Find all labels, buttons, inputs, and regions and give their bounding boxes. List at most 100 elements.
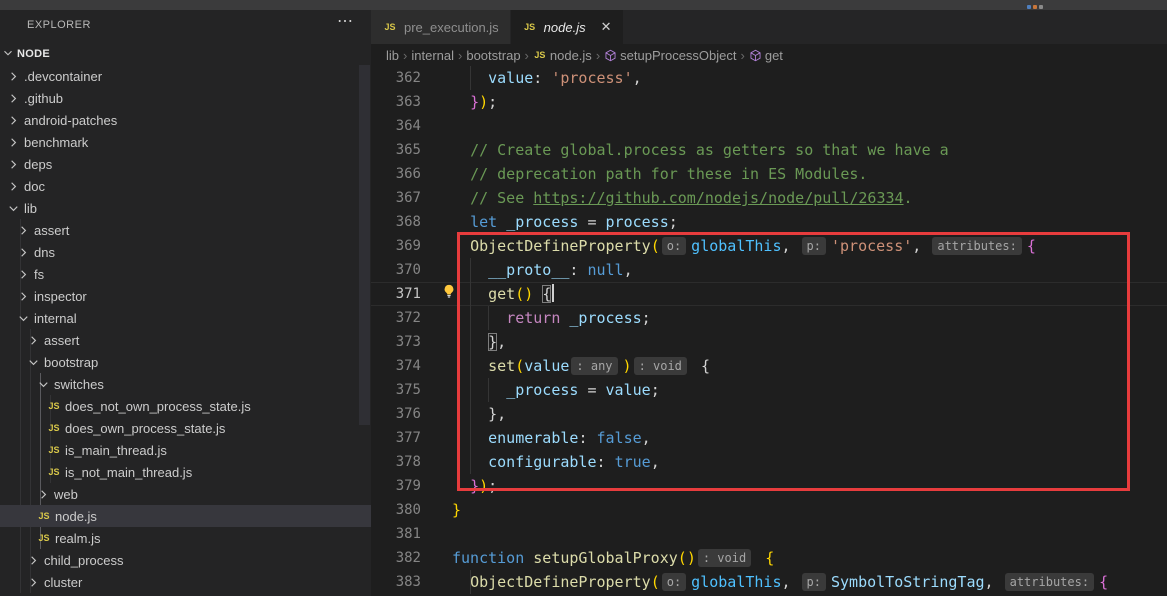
code-line-375[interactable]: 375 _process = value;	[371, 378, 1167, 402]
code-line-368[interactable]: 368 let _process = process;	[371, 210, 1167, 234]
tree-item-switches[interactable]: switches	[0, 373, 371, 395]
indent-guide	[470, 66, 471, 90]
breadcrumb-label: bootstrap	[466, 48, 520, 63]
tree-item-bootstrap[interactable]: bootstrap	[0, 351, 371, 373]
line-number[interactable]: 370	[371, 258, 421, 282]
line-number[interactable]: 362	[371, 66, 421, 90]
breadcrumb-item-lib[interactable]: lib	[386, 48, 399, 63]
code-line-367[interactable]: 367 // See https://github.com/nodejs/nod…	[371, 186, 1167, 210]
tree-item-lib[interactable]: lib	[0, 197, 371, 219]
titlebar-fragment	[1033, 5, 1037, 9]
editor-group: JSpre_execution.jsJSnode.js✕ lib›interna…	[371, 10, 1167, 596]
code-line-376[interactable]: 376 },	[371, 402, 1167, 426]
code-line-379[interactable]: 379 });	[371, 474, 1167, 498]
code-line-365[interactable]: 365 // Create global.process as getters …	[371, 138, 1167, 162]
code-line-374[interactable]: 374 set(value: any): void {	[371, 354, 1167, 378]
code-token: }	[488, 405, 497, 423]
tree-item-doc[interactable]: doc	[0, 175, 371, 197]
code-token: set	[488, 357, 515, 375]
code-line-370[interactable]: 370 __proto__: null,	[371, 258, 1167, 282]
code-line-369[interactable]: 369 ObjectDefineProperty(o:globalThis, p…	[371, 234, 1167, 258]
tree-item-does_not_own_process_state.js[interactable]: JSdoes_not_own_process_state.js	[0, 395, 371, 417]
line-number[interactable]: 366	[371, 162, 421, 186]
code-token: .	[904, 189, 913, 207]
breadcrumb-item-internal[interactable]: internal	[411, 48, 454, 63]
code-line-364[interactable]: 364	[371, 114, 1167, 138]
line-number[interactable]: 374	[371, 354, 421, 378]
code-line-382[interactable]: 382function setupGlobalProxy(): void {	[371, 546, 1167, 570]
code-line-363[interactable]: 363 });	[371, 90, 1167, 114]
tree-item-inspector[interactable]: inspector	[0, 285, 371, 307]
line-number[interactable]: 378	[371, 450, 421, 474]
line-number[interactable]: 377	[371, 426, 421, 450]
line-number[interactable]: 379	[371, 474, 421, 498]
tree-item-deps[interactable]: deps	[0, 153, 371, 175]
code-line-362[interactable]: 362 value: 'process',	[371, 66, 1167, 90]
explorer-section-node[interactable]: NODE	[0, 43, 371, 65]
line-number[interactable]: 380	[371, 498, 421, 522]
indent-guide	[470, 426, 471, 450]
tree-item-assert[interactable]: assert	[0, 219, 371, 241]
line-number[interactable]: 363	[371, 90, 421, 114]
line-number[interactable]: 365	[371, 138, 421, 162]
sidebar-scrollbar[interactable]	[359, 65, 370, 425]
code-line-377[interactable]: 377 enumerable: false,	[371, 426, 1167, 450]
code-line-383[interactable]: 383 ObjectDefineProperty(o:globalThis, p…	[371, 570, 1167, 594]
line-number[interactable]: 369	[371, 234, 421, 258]
close-icon[interactable]: ✕	[601, 19, 612, 35]
more-actions-icon[interactable]: ⋯	[337, 14, 353, 30]
line-number[interactable]: 375	[371, 378, 421, 402]
tab-pre_execution.js[interactable]: JSpre_execution.js	[371, 10, 510, 44]
explorer-title: EXPLORER	[27, 19, 91, 31]
line-number[interactable]: 376	[371, 402, 421, 426]
code-token: }	[488, 333, 497, 351]
line-number[interactable]: 371	[371, 282, 421, 306]
tree-item-web[interactable]: web	[0, 483, 371, 505]
tree-item-label: android-patches	[24, 113, 117, 128]
code-editor[interactable]: 362 value: 'process',363 });364365 // Cr…	[371, 66, 1167, 596]
code-line-372[interactable]: 372 return _process;	[371, 306, 1167, 330]
tree-item-is_main_thread.js[interactable]: JSis_main_thread.js	[0, 439, 371, 461]
code-token	[452, 189, 470, 207]
tree-item-realm.js[interactable]: JSrealm.js	[0, 527, 371, 549]
tree-item-assert[interactable]: assert	[0, 329, 371, 351]
code-line-371[interactable]: 371 get() {	[371, 282, 1167, 306]
tree-item-does_own_process_state.js[interactable]: JSdoes_own_process_state.js	[0, 417, 371, 439]
tree-item-fs[interactable]: fs	[0, 263, 371, 285]
tree-item-internal[interactable]: internal	[0, 307, 371, 329]
line-number[interactable]: 383	[371, 570, 421, 594]
tab-node.js[interactable]: JSnode.js✕	[511, 10, 623, 44]
breadcrumb-item-get[interactable]: get	[749, 48, 783, 63]
lightbulb-icon[interactable]	[442, 284, 456, 302]
tree-item-.github[interactable]: .github	[0, 87, 371, 109]
code-token: ;	[488, 477, 497, 495]
breadcrumb-item-node.js[interactable]: JSnode.js	[533, 48, 592, 63]
code-line-366[interactable]: 366 // deprecation path for these in ES …	[371, 162, 1167, 186]
code-line-373[interactable]: 373 },	[371, 330, 1167, 354]
tree-item-label: switches	[54, 377, 104, 392]
tree-item-cluster[interactable]: cluster	[0, 571, 371, 593]
breadcrumb-item-bootstrap[interactable]: bootstrap	[466, 48, 520, 63]
line-number[interactable]: 372	[371, 306, 421, 330]
line-number[interactable]: 368	[371, 210, 421, 234]
line-number[interactable]: 373	[371, 330, 421, 354]
tree-item-.devcontainer[interactable]: .devcontainer	[0, 65, 371, 87]
code-token	[692, 357, 701, 375]
tree-item-node.js[interactable]: JSnode.js	[0, 505, 371, 527]
tree-item-android-patches[interactable]: android-patches	[0, 109, 371, 131]
breadcrumb-item-setupProcessObject[interactable]: setupProcessObject	[604, 48, 736, 63]
code-line-text: // deprecation path for these in ES Modu…	[421, 162, 1167, 186]
tree-item-benchmark[interactable]: benchmark	[0, 131, 371, 153]
inlay-hint: p:	[802, 237, 826, 255]
line-number[interactable]: 381	[371, 522, 421, 546]
code-line-378[interactable]: 378 configurable: true,	[371, 450, 1167, 474]
code-line-380[interactable]: 380}	[371, 498, 1167, 522]
tree-item-dns[interactable]: dns	[0, 241, 371, 263]
tree-item-child_process[interactable]: child_process	[0, 549, 371, 571]
code-line-381[interactable]: 381	[371, 522, 1167, 546]
chevron-down-icon	[6, 201, 21, 216]
line-number[interactable]: 382	[371, 546, 421, 570]
tree-item-is_not_main_thread.js[interactable]: JSis_not_main_thread.js	[0, 461, 371, 483]
line-number[interactable]: 367	[371, 186, 421, 210]
line-number[interactable]: 364	[371, 114, 421, 138]
